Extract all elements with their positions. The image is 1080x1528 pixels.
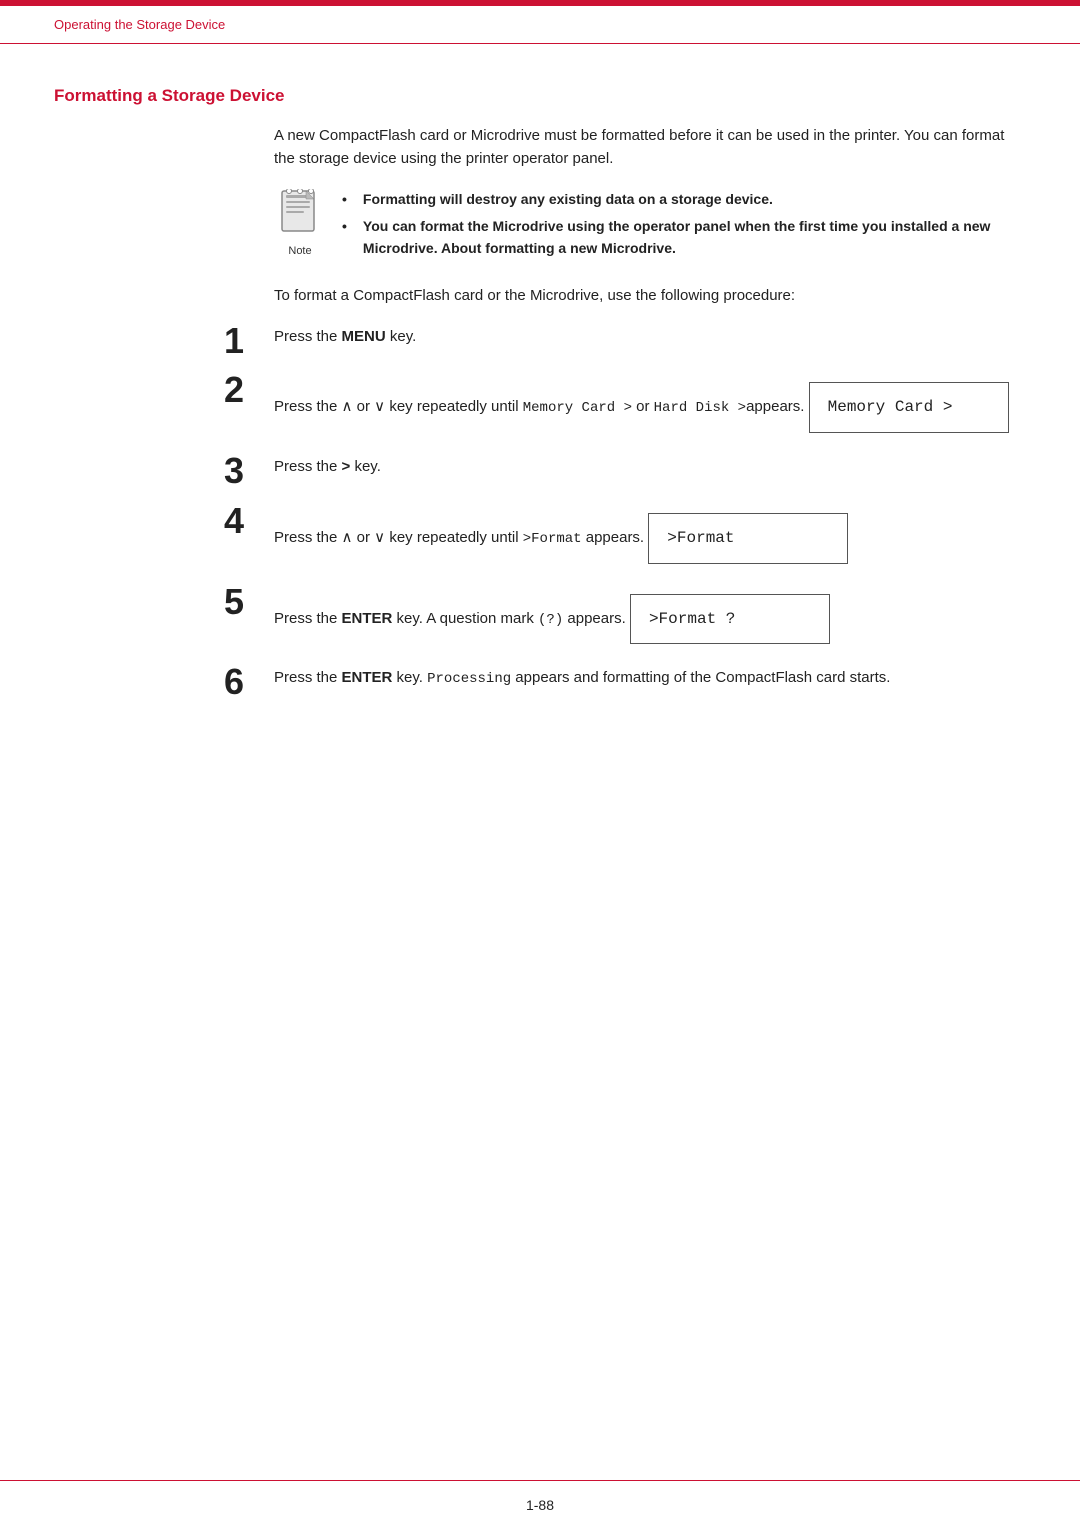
step-5-bold: ENTER <box>342 610 393 627</box>
step-3: 3 Press the > key. <box>54 451 1026 491</box>
breadcrumb: Operating the Storage Device <box>54 17 225 32</box>
step-6-content: Press the ENTER key. Processing appears … <box>274 662 1026 691</box>
step-6-bold: ENTER <box>342 669 393 686</box>
step-4: 4 Press the ∧ or ∨ key repeatedly until … <box>54 501 1026 572</box>
step-6-code: Processing <box>427 671 511 687</box>
step-4-code: >Format <box>523 531 582 547</box>
step-5: 5 Press the ENTER key. A question mark (… <box>54 582 1026 653</box>
note-box: Note Formatting will destroy any existin… <box>274 189 1026 266</box>
intro-text: A new CompactFlash card or Microdrive mu… <box>274 124 1026 171</box>
step-4-number: 4 <box>54 501 274 541</box>
note-item-2: You can format the Microdrive using the … <box>342 216 1026 259</box>
note-list: Formatting will destroy any existing dat… <box>342 189 1026 260</box>
step-5-code: (?) <box>538 612 563 628</box>
step-1-number: 1 <box>54 321 274 361</box>
step-2: 2 Press the ∧ or ∨ key repeatedly until … <box>54 370 1026 441</box>
step-2-number: 2 <box>54 370 274 410</box>
step-1-content: Press the MENU key. <box>274 321 1026 348</box>
note-item-1: Formatting will destroy any existing dat… <box>342 189 1026 211</box>
step-1: 1 Press the MENU key. <box>54 321 1026 361</box>
step-5-content: Press the ENTER key. A question mark (?)… <box>274 582 1026 653</box>
main-content: Formatting a Storage Device A new Compac… <box>54 56 1026 1468</box>
note-label: Note <box>288 245 311 257</box>
step-6: 6 Press the ENTER key. Processing appear… <box>54 662 1026 702</box>
section-title: Formatting a Storage Device <box>54 86 1026 106</box>
step-6-number: 6 <box>54 662 274 702</box>
steps-container: 1 Press the MENU key. 2 Press the ∧ or ∨… <box>54 321 1026 702</box>
note-content: Formatting will destroy any existing dat… <box>342 189 1026 266</box>
header-bar: Operating the Storage Device <box>0 6 1080 44</box>
step-2-content: Press the ∧ or ∨ key repeatedly until Me… <box>274 370 1026 441</box>
step-2-lcd: Memory Card > <box>809 382 1009 433</box>
step-5-lcd: >Format ? <box>630 594 830 645</box>
step-3-number: 3 <box>54 451 274 491</box>
step-3-gt: > <box>342 458 351 475</box>
step-2-code2: Hard Disk > <box>654 400 746 416</box>
note-icon-container: Note <box>274 189 326 257</box>
step-4-content: Press the ∧ or ∨ key repeatedly until >F… <box>274 501 1026 572</box>
step-5-number: 5 <box>54 582 274 622</box>
page-number: 1-88 <box>526 1497 554 1513</box>
bottom-bar: 1-88 <box>0 1480 1080 1528</box>
note-text-2: You can format the Microdrive using the … <box>363 216 1026 259</box>
note-document-icon <box>278 189 322 241</box>
note-text-1: Formatting will destroy any existing dat… <box>363 189 773 211</box>
step-3-content: Press the > key. <box>274 451 1026 478</box>
procedure-intro: To format a CompactFlash card or the Mic… <box>274 284 1026 307</box>
step-1-bold: MENU <box>342 328 386 345</box>
step-2-code1: Memory Card > <box>523 400 632 416</box>
step-4-lcd: >Format <box>648 513 848 564</box>
